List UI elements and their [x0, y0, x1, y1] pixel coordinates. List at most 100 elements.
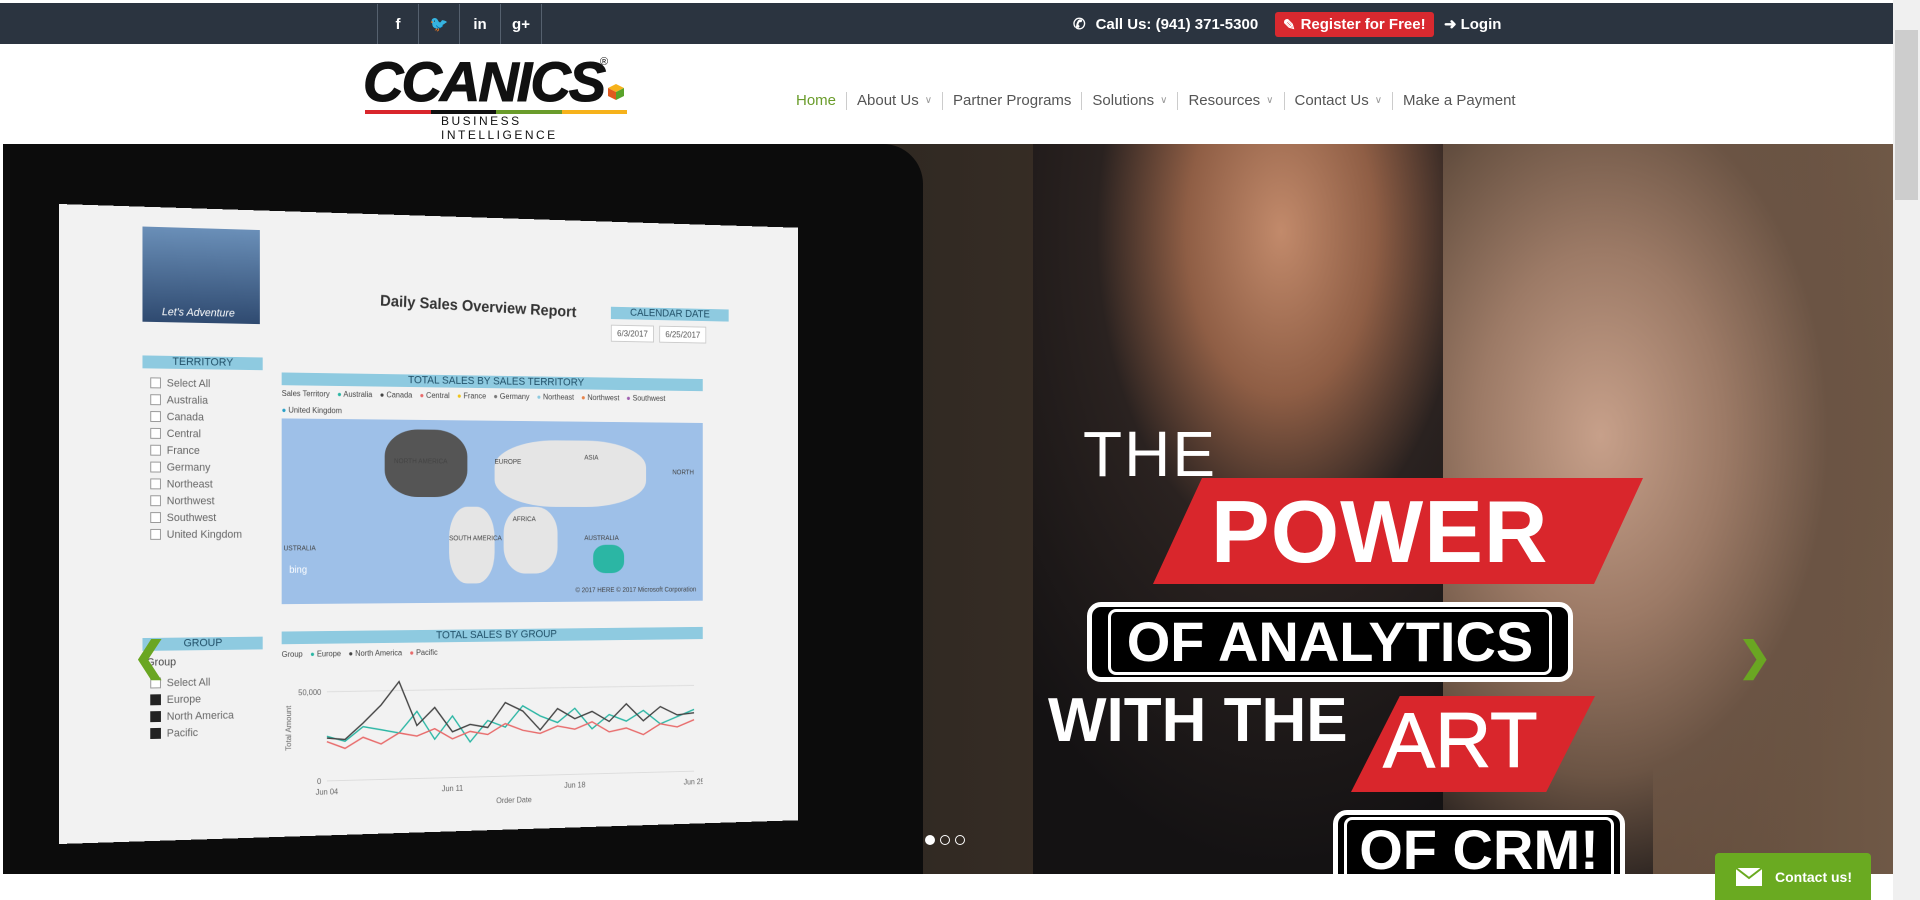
legend-dot-icon: ● [281, 405, 287, 415]
map-legend-item: ● Southwest [626, 394, 665, 403]
checkbox[interactable] [150, 427, 161, 439]
territory-option[interactable]: France [150, 442, 262, 460]
contact-us-label: Contact us! [1775, 868, 1852, 885]
nav-contact-us[interactable]: Contact Us ∨ [1285, 92, 1394, 110]
scrollbar-thumb[interactable] [1895, 30, 1918, 200]
map-legend-item: ● France [457, 392, 486, 401]
map-legend-item: ● Central [420, 391, 450, 400]
territory-option[interactable]: Germany [150, 459, 262, 476]
map-legend-item-label: Germany [499, 392, 530, 402]
gridline [327, 771, 694, 781]
checkbox[interactable] [150, 478, 161, 490]
nav-make-a-payment[interactable]: Make a Payment [1393, 92, 1526, 110]
slider-dot[interactable] [925, 835, 935, 845]
linkedin-icon[interactable]: in [459, 4, 500, 44]
territory-option[interactable]: Canada [150, 408, 262, 426]
ccanics-logo[interactable]: CCANICS ® BUSINESS INTELLIGENCE [362, 50, 633, 142]
register-button[interactable]: ✎ Register for Free! [1275, 12, 1434, 37]
google-plus-icon[interactable]: g+ [500, 4, 542, 44]
main-nav: Home About Us ∨ Partner Programs Solutions ∨ R… [786, 92, 1526, 110]
login-label: Login [1460, 15, 1502, 33]
map-region-label: SOUTH AMERICA [449, 535, 502, 543]
date-from: 6/3/2017 [610, 324, 655, 343]
slider-dot[interactable] [955, 835, 965, 845]
checkbox[interactable] [150, 694, 161, 706]
map-legend-item: ● United Kingdom [282, 406, 342, 415]
map-region-label: USTRALIA [283, 545, 316, 553]
territory-option[interactable]: Central [150, 425, 262, 443]
checkbox[interactable] [150, 461, 161, 473]
hero-line-crm: OF CRM! [1344, 817, 1614, 874]
hero-slider: Let's Adventure Daily Sales Overview Rep… [3, 144, 1893, 874]
checkbox[interactable] [150, 394, 161, 406]
group-option[interactable]: Pacific [150, 723, 262, 742]
call-us[interactable]: ✆ Call Us: (941) 371-5300 [1073, 15, 1259, 34]
edit-icon: ✎ [1283, 16, 1296, 34]
group-option-label: Europe [166, 693, 202, 706]
territory-option[interactable]: Australia [150, 391, 262, 409]
map-legend-item: ● Canada [380, 390, 412, 399]
map-credit: © 2017 HERE © 2017 Microsoft Corporation [575, 586, 697, 595]
slider-dot[interactable] [940, 835, 950, 845]
nav-home[interactable]: Home [786, 92, 848, 110]
x-tick-label: Jun 18 [564, 781, 586, 790]
territory-option[interactable]: Select All [150, 374, 262, 392]
checkbox[interactable] [150, 711, 161, 723]
nav-label: Make a Payment [1403, 92, 1516, 109]
checkbox[interactable] [150, 411, 161, 423]
sign-in-icon: ➜ [1444, 16, 1457, 33]
checkbox[interactable] [150, 377, 161, 389]
twitter-icon[interactable]: 🐦 [418, 4, 459, 44]
nav-label: Solutions [1092, 92, 1155, 109]
call-us-label: Call Us: (941) 371-5300 [1095, 15, 1259, 33]
nav-about-us[interactable]: About Us ∨ [847, 92, 944, 110]
map-legend-item: ● Australia [337, 390, 372, 399]
linechart-legend-item: ● Pacific [410, 648, 438, 657]
checkbox[interactable] [150, 727, 161, 740]
slider-next-arrow-icon[interactable]: ❯ [1738, 634, 1772, 680]
nav-label: Partner Programs [953, 92, 1072, 109]
territory-option[interactable]: Southwest [150, 509, 262, 526]
facebook-icon[interactable]: f [377, 4, 418, 44]
checkbox[interactable] [150, 528, 161, 540]
checkbox[interactable] [150, 512, 161, 524]
x-tick-label: Jun 04 [316, 787, 339, 796]
checkbox[interactable] [150, 444, 161, 456]
territory-option[interactable]: Northeast [150, 475, 262, 492]
group-option[interactable]: Select All [150, 673, 262, 692]
x-tick-label: Jun 25 [684, 777, 703, 786]
nav-label: About Us [857, 92, 919, 109]
y-axis-label: Total Amount [284, 705, 293, 751]
map-legend-item: ● Germany [493, 392, 529, 401]
map-region-label: NORTH [672, 469, 694, 477]
legend-dot-icon: ● [310, 649, 315, 659]
crm-box: OF CRM! [1333, 810, 1625, 874]
linechart-legend-item: ● Europe [310, 649, 341, 658]
group-option[interactable]: Europe [150, 690, 262, 709]
territory-option[interactable]: United Kingdom [150, 526, 262, 543]
nav-partner-programs[interactable]: Partner Programs [943, 92, 1083, 110]
slider-prev-arrow-icon[interactable]: ❮ [133, 634, 167, 680]
legend-dot-icon: ● [626, 393, 631, 403]
series-line-pacific [327, 720, 694, 749]
envelope-icon [1735, 866, 1763, 886]
territory-filter: TERRITORY Select All Australia Canada Centr… [142, 355, 263, 543]
legend-dot-icon: ● [536, 392, 542, 402]
date-to: 6/25/2017 [659, 325, 707, 344]
vertical-scrollbar[interactable] [1893, 0, 1920, 900]
map-region-label: EUROPE [494, 458, 522, 466]
nav-resources[interactable]: Resources ∨ [1178, 92, 1285, 110]
calendar-label: CALENDAR DATE [610, 306, 729, 322]
territory-option[interactable]: Northwest [150, 492, 262, 509]
logo-wordmark: CCANICS [362, 50, 606, 113]
legend-dot-icon: ● [337, 389, 342, 399]
login-link[interactable]: ➜ Login [1444, 15, 1502, 34]
territory-option-label: Central [166, 427, 201, 440]
nav-solutions[interactable]: Solutions ∨ [1082, 92, 1179, 110]
chevron-down-icon: ∨ [1266, 95, 1274, 106]
map-title: TOTAL SALES BY SALES TERRITORY [281, 372, 703, 392]
map-region-label: AUSTRALIA [584, 535, 619, 542]
checkbox[interactable] [150, 495, 161, 507]
contact-us-widget[interactable]: Contact us! [1715, 853, 1871, 900]
hero-line-with-the: WITH THE [1048, 686, 1348, 755]
